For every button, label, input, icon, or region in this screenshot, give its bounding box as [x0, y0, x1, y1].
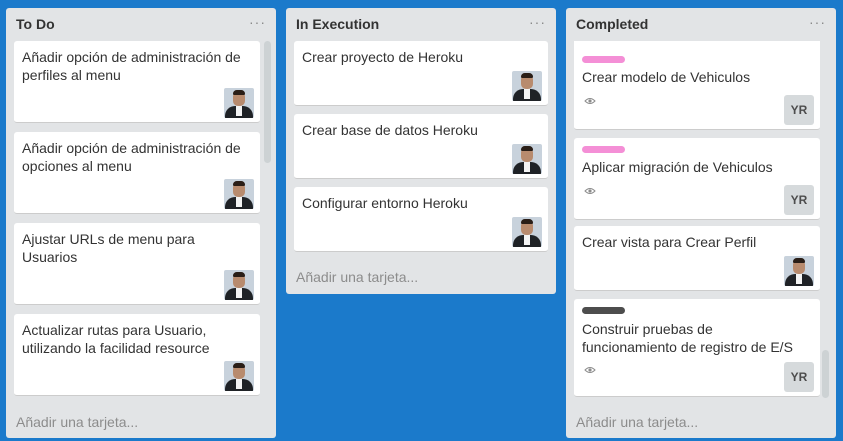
list-title[interactable]: In Execution	[296, 16, 379, 32]
card-title: Crear vista para Crear Perfil	[582, 234, 757, 250]
member-avatar[interactable]	[224, 270, 254, 300]
eye-icon	[584, 188, 596, 194]
card-title: Crear proyecto de Heroku	[302, 49, 464, 65]
card-title: Configurar entorno Heroku	[302, 195, 468, 211]
card-list: Crear modelo de Vehiculos YR Aplicar mig…	[574, 41, 820, 397]
member-initials[interactable]: YR	[784, 185, 814, 215]
list-completed: Completed ··· Crear modelo de Vehiculos …	[566, 8, 836, 438]
list-header: To Do ···	[6, 8, 276, 38]
card-title: Crear modelo de Vehiculos	[582, 69, 751, 85]
scrollbar[interactable]	[822, 350, 829, 398]
member-initials[interactable]: YR	[784, 362, 814, 392]
member-avatar[interactable]	[512, 71, 542, 101]
card-title: Construir pruebas de funcionamiento de r…	[582, 321, 793, 355]
member-avatar[interactable]	[784, 256, 814, 286]
scrollbar[interactable]	[264, 41, 271, 163]
card[interactable]: Construir pruebas de funcionamiento de r…	[574, 299, 820, 397]
list-header: Completed ···	[566, 8, 836, 38]
add-card-link[interactable]: Añadir una tarjeta...	[16, 414, 138, 430]
card[interactable]: Crear modelo de Vehiculos YR	[574, 41, 820, 130]
card-title: Crear base de datos Heroku	[302, 122, 478, 138]
card-label[interactable]	[582, 56, 625, 63]
card-label[interactable]	[582, 307, 625, 314]
list-to-do: To Do ··· Añadir opción de administració…	[6, 8, 276, 438]
card-title: Ajustar URLs de menu para Usuarios	[22, 231, 195, 265]
card[interactable]: Crear vista para Crear Perfil	[574, 226, 820, 291]
ellipsis-icon[interactable]: ···	[249, 14, 266, 30]
card[interactable]: Añadir opción de administración de opcio…	[14, 132, 260, 214]
eye-icon	[584, 98, 596, 104]
member-avatar[interactable]	[224, 361, 254, 391]
list-in-execution: In Execution ··· Crear proyecto de Herok…	[286, 8, 556, 294]
list-title[interactable]: To Do	[16, 16, 55, 32]
card-label[interactable]	[582, 146, 625, 153]
card-title: Aplicar migración de Vehiculos	[582, 159, 773, 175]
add-card-link[interactable]: Añadir una tarjeta...	[576, 414, 698, 430]
add-card-link[interactable]: Añadir una tarjeta...	[296, 269, 418, 285]
card-title: Actualizar rutas para Usuario, utilizand…	[22, 322, 210, 356]
card[interactable]: Ajustar URLs de menu para Usuarios	[14, 223, 260, 305]
card-title: Añadir opción de administración de perfi…	[22, 49, 241, 83]
member-initials[interactable]: YR	[784, 95, 814, 125]
member-avatar[interactable]	[512, 217, 542, 247]
card-title: Añadir opción de administración de opcio…	[22, 140, 241, 174]
card[interactable]: Aplicar migración de Vehiculos YR	[574, 138, 820, 220]
card[interactable]: Crear proyecto de Heroku	[294, 41, 548, 106]
member-avatar[interactable]	[224, 179, 254, 209]
ellipsis-icon[interactable]: ···	[529, 14, 546, 30]
list-title[interactable]: Completed	[576, 16, 648, 32]
card[interactable]: Crear base de datos Heroku	[294, 114, 548, 179]
card[interactable]: Añadir opción de administración de perfi…	[14, 41, 260, 123]
ellipsis-icon[interactable]: ···	[809, 14, 826, 30]
member-avatar[interactable]	[224, 88, 254, 118]
eye-icon	[584, 367, 596, 373]
card[interactable]: Configurar entorno Heroku	[294, 187, 548, 252]
member-avatar[interactable]	[512, 144, 542, 174]
card[interactable]: Actualizar rutas para Usuario, utilizand…	[14, 314, 260, 396]
list-header: In Execution ···	[286, 8, 556, 38]
